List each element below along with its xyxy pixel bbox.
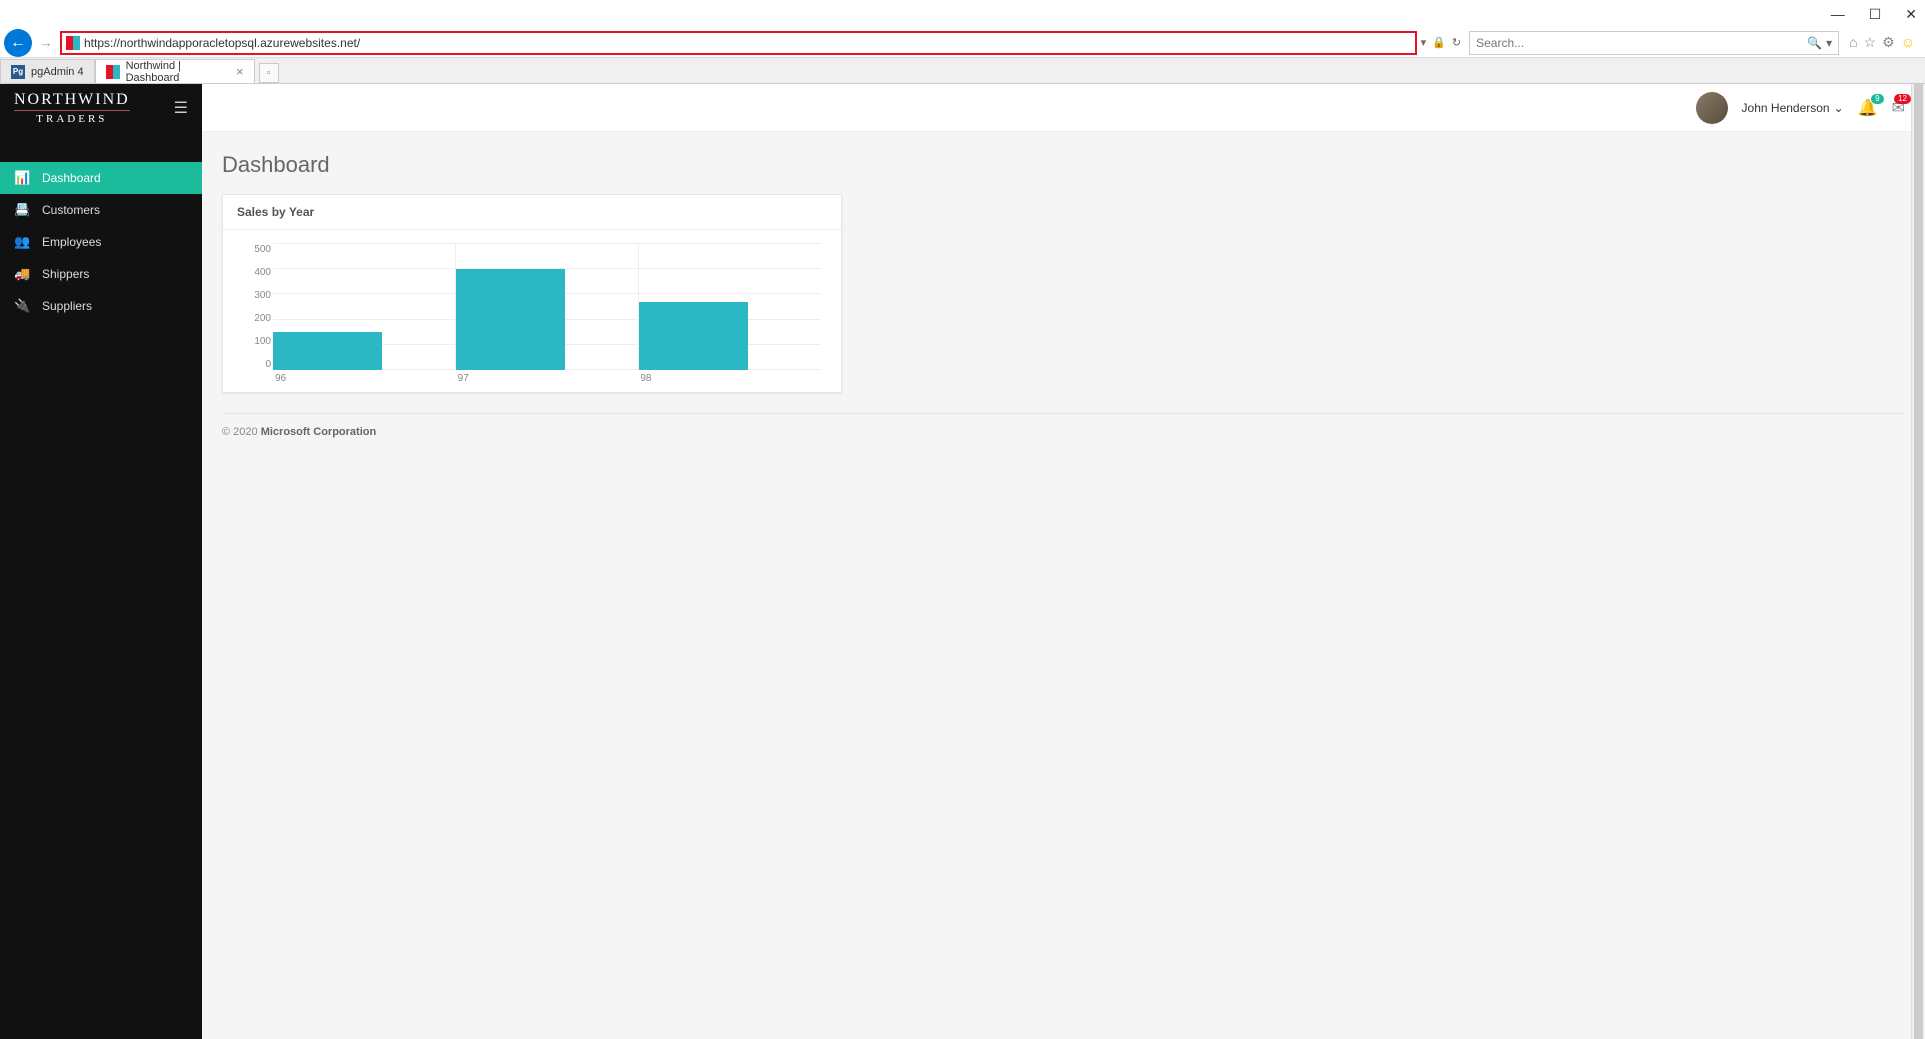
menu-toggle-icon[interactable]: ☰	[174, 98, 188, 118]
chart: 500 400 300 200 100 0 969798	[223, 230, 841, 392]
sidebar-item-shippers[interactable]: 🚚 Shippers	[0, 258, 202, 290]
bar-slot	[273, 244, 456, 370]
feedback-icon[interactable]: ☺	[1901, 34, 1915, 51]
chart-plot: 5004003002001000 969798	[273, 244, 821, 384]
sidebar-item-label: Customers	[42, 203, 100, 217]
logo: NORTHWIND TRADERS	[14, 91, 130, 126]
tab-bar: Pg pgAdmin 4 Northwind | Dashboard × ▫	[0, 58, 1925, 84]
bar-slot	[639, 244, 821, 370]
x-tick: 98	[638, 373, 821, 384]
y-tick: 200	[243, 313, 271, 324]
url-dropdown-icon[interactable]: ▾	[1421, 36, 1427, 49]
dashboard-icon: 📊	[14, 170, 30, 186]
page-title: Dashboard	[222, 152, 1905, 178]
y-tick: 300	[243, 290, 271, 301]
chevron-down-icon: ⌄	[1834, 101, 1844, 115]
browser-tab-northwind[interactable]: Northwind | Dashboard ×	[95, 59, 255, 83]
chart-bar[interactable]	[639, 302, 748, 370]
main-area: John Henderson ⌄ 🔔9 ✉12 Dashboard Sales …	[202, 84, 1925, 1039]
tab-label: pgAdmin 4	[31, 66, 84, 78]
minimize-button[interactable]: —	[1831, 6, 1845, 22]
maximize-button[interactable]: ☐	[1869, 6, 1882, 23]
sidebar-item-label: Shippers	[42, 267, 89, 281]
logo-area: NORTHWIND TRADERS ☰	[0, 84, 202, 132]
content: Dashboard Sales by Year 500 400 300 200 100 0…	[202, 132, 1925, 458]
chart-bar[interactable]	[273, 332, 382, 370]
sidebar-item-label: Dashboard	[42, 171, 101, 185]
y-tick: 400	[243, 267, 271, 278]
tab-close-icon[interactable]: ×	[236, 64, 244, 79]
msg-badge: 12	[1894, 94, 1911, 104]
new-tab-button[interactable]: ▫	[259, 63, 279, 83]
y-tick: 0	[243, 359, 271, 370]
pgadmin-favicon-icon: Pg	[11, 65, 25, 79]
northwind-favicon-icon	[106, 65, 120, 79]
url-controls: ▾ 🔒 ↻	[1421, 36, 1465, 49]
site-favicon-icon	[66, 36, 80, 50]
y-axis: 500 400 300 200 100 0	[243, 244, 271, 370]
browser-tab-pgadmin[interactable]: Pg pgAdmin 4	[0, 59, 95, 83]
notifications-icon[interactable]: 🔔9	[1858, 98, 1878, 118]
footer: © 2020 Microsoft Corporation	[222, 413, 1905, 438]
user-menu[interactable]: John Henderson ⌄	[1742, 101, 1844, 115]
sidebar-item-label: Suppliers	[42, 299, 92, 313]
address-bar[interactable]	[60, 31, 1417, 55]
close-button[interactable]: ✕	[1905, 6, 1917, 23]
sidebar-item-customers[interactable]: 📇 Customers	[0, 194, 202, 226]
nav-list: 📊 Dashboard 📇 Customers 👥 Employees 🚚 Shippers 🔌…	[0, 162, 202, 322]
chart-bar[interactable]	[456, 269, 565, 370]
footer-company: Microsoft Corporation	[261, 426, 377, 438]
browser-search[interactable]: 🔍 ▾	[1469, 31, 1839, 55]
tab-label: Northwind | Dashboard	[126, 60, 230, 84]
customers-icon: 📇	[14, 202, 30, 218]
avatar[interactable]	[1696, 92, 1728, 124]
favorites-icon[interactable]: ☆	[1864, 34, 1877, 51]
messages-icon[interactable]: ✉12	[1892, 98, 1905, 118]
sidebar-item-label: Employees	[42, 235, 101, 249]
scrollbar-thumb[interactable]	[1914, 84, 1923, 1039]
sidebar-item-dashboard[interactable]: 📊 Dashboard	[0, 162, 202, 194]
search-dropdown-icon[interactable]: ▾	[1826, 36, 1832, 50]
window-controls: — ☐ ✕	[0, 0, 1925, 28]
y-tick: 500	[243, 244, 271, 255]
scrollbar[interactable]	[1911, 84, 1925, 1039]
topbar: John Henderson ⌄ 🔔9 ✉12	[202, 84, 1925, 132]
footer-prefix: © 2020	[222, 426, 261, 438]
x-tick: 96	[273, 373, 456, 384]
chart-card: Sales by Year 500 400 300 200 100 0 969798	[222, 194, 842, 393]
sidebar-item-suppliers[interactable]: 🔌 Suppliers	[0, 290, 202, 322]
chart-bars	[273, 244, 821, 370]
y-tick: 100	[243, 336, 271, 347]
home-icon[interactable]: ⌂	[1849, 34, 1857, 51]
logo-top: NORTHWIND	[14, 91, 130, 112]
browser-nav-bar: ← → ▾ 🔒 ↻ 🔍 ▾ ⌂ ☆ ⚙ ☺	[0, 28, 1925, 58]
search-icon[interactable]: 🔍	[1807, 36, 1822, 50]
logo-bottom: TRADERS	[36, 111, 107, 125]
username-label: John Henderson	[1742, 101, 1830, 115]
sidebar: NORTHWIND TRADERS ☰ 📊 Dashboard 📇 Customers…	[0, 84, 202, 1039]
bar-slot	[456, 244, 639, 370]
settings-icon[interactable]: ⚙	[1882, 34, 1895, 51]
shippers-icon: 🚚	[14, 266, 30, 282]
back-button[interactable]: ←	[4, 29, 32, 57]
app-root: NORTHWIND TRADERS ☰ 📊 Dashboard 📇 Customers…	[0, 84, 1925, 1039]
suppliers-icon: 🔌	[14, 298, 30, 314]
card-title: Sales by Year	[223, 195, 841, 230]
refresh-button[interactable]: ↻	[1452, 36, 1461, 49]
url-input[interactable]	[84, 36, 1411, 50]
forward-button[interactable]: →	[36, 33, 56, 53]
browser-icons: ⌂ ☆ ⚙ ☺	[1843, 34, 1921, 51]
x-tick: 97	[456, 373, 639, 384]
employees-icon: 👥	[14, 234, 30, 250]
sidebar-item-employees[interactable]: 👥 Employees	[0, 226, 202, 258]
notif-badge: 9	[1871, 94, 1883, 104]
x-axis: 969798	[273, 373, 821, 384]
lock-icon[interactable]: 🔒	[1432, 36, 1446, 49]
search-input[interactable]	[1476, 36, 1807, 50]
